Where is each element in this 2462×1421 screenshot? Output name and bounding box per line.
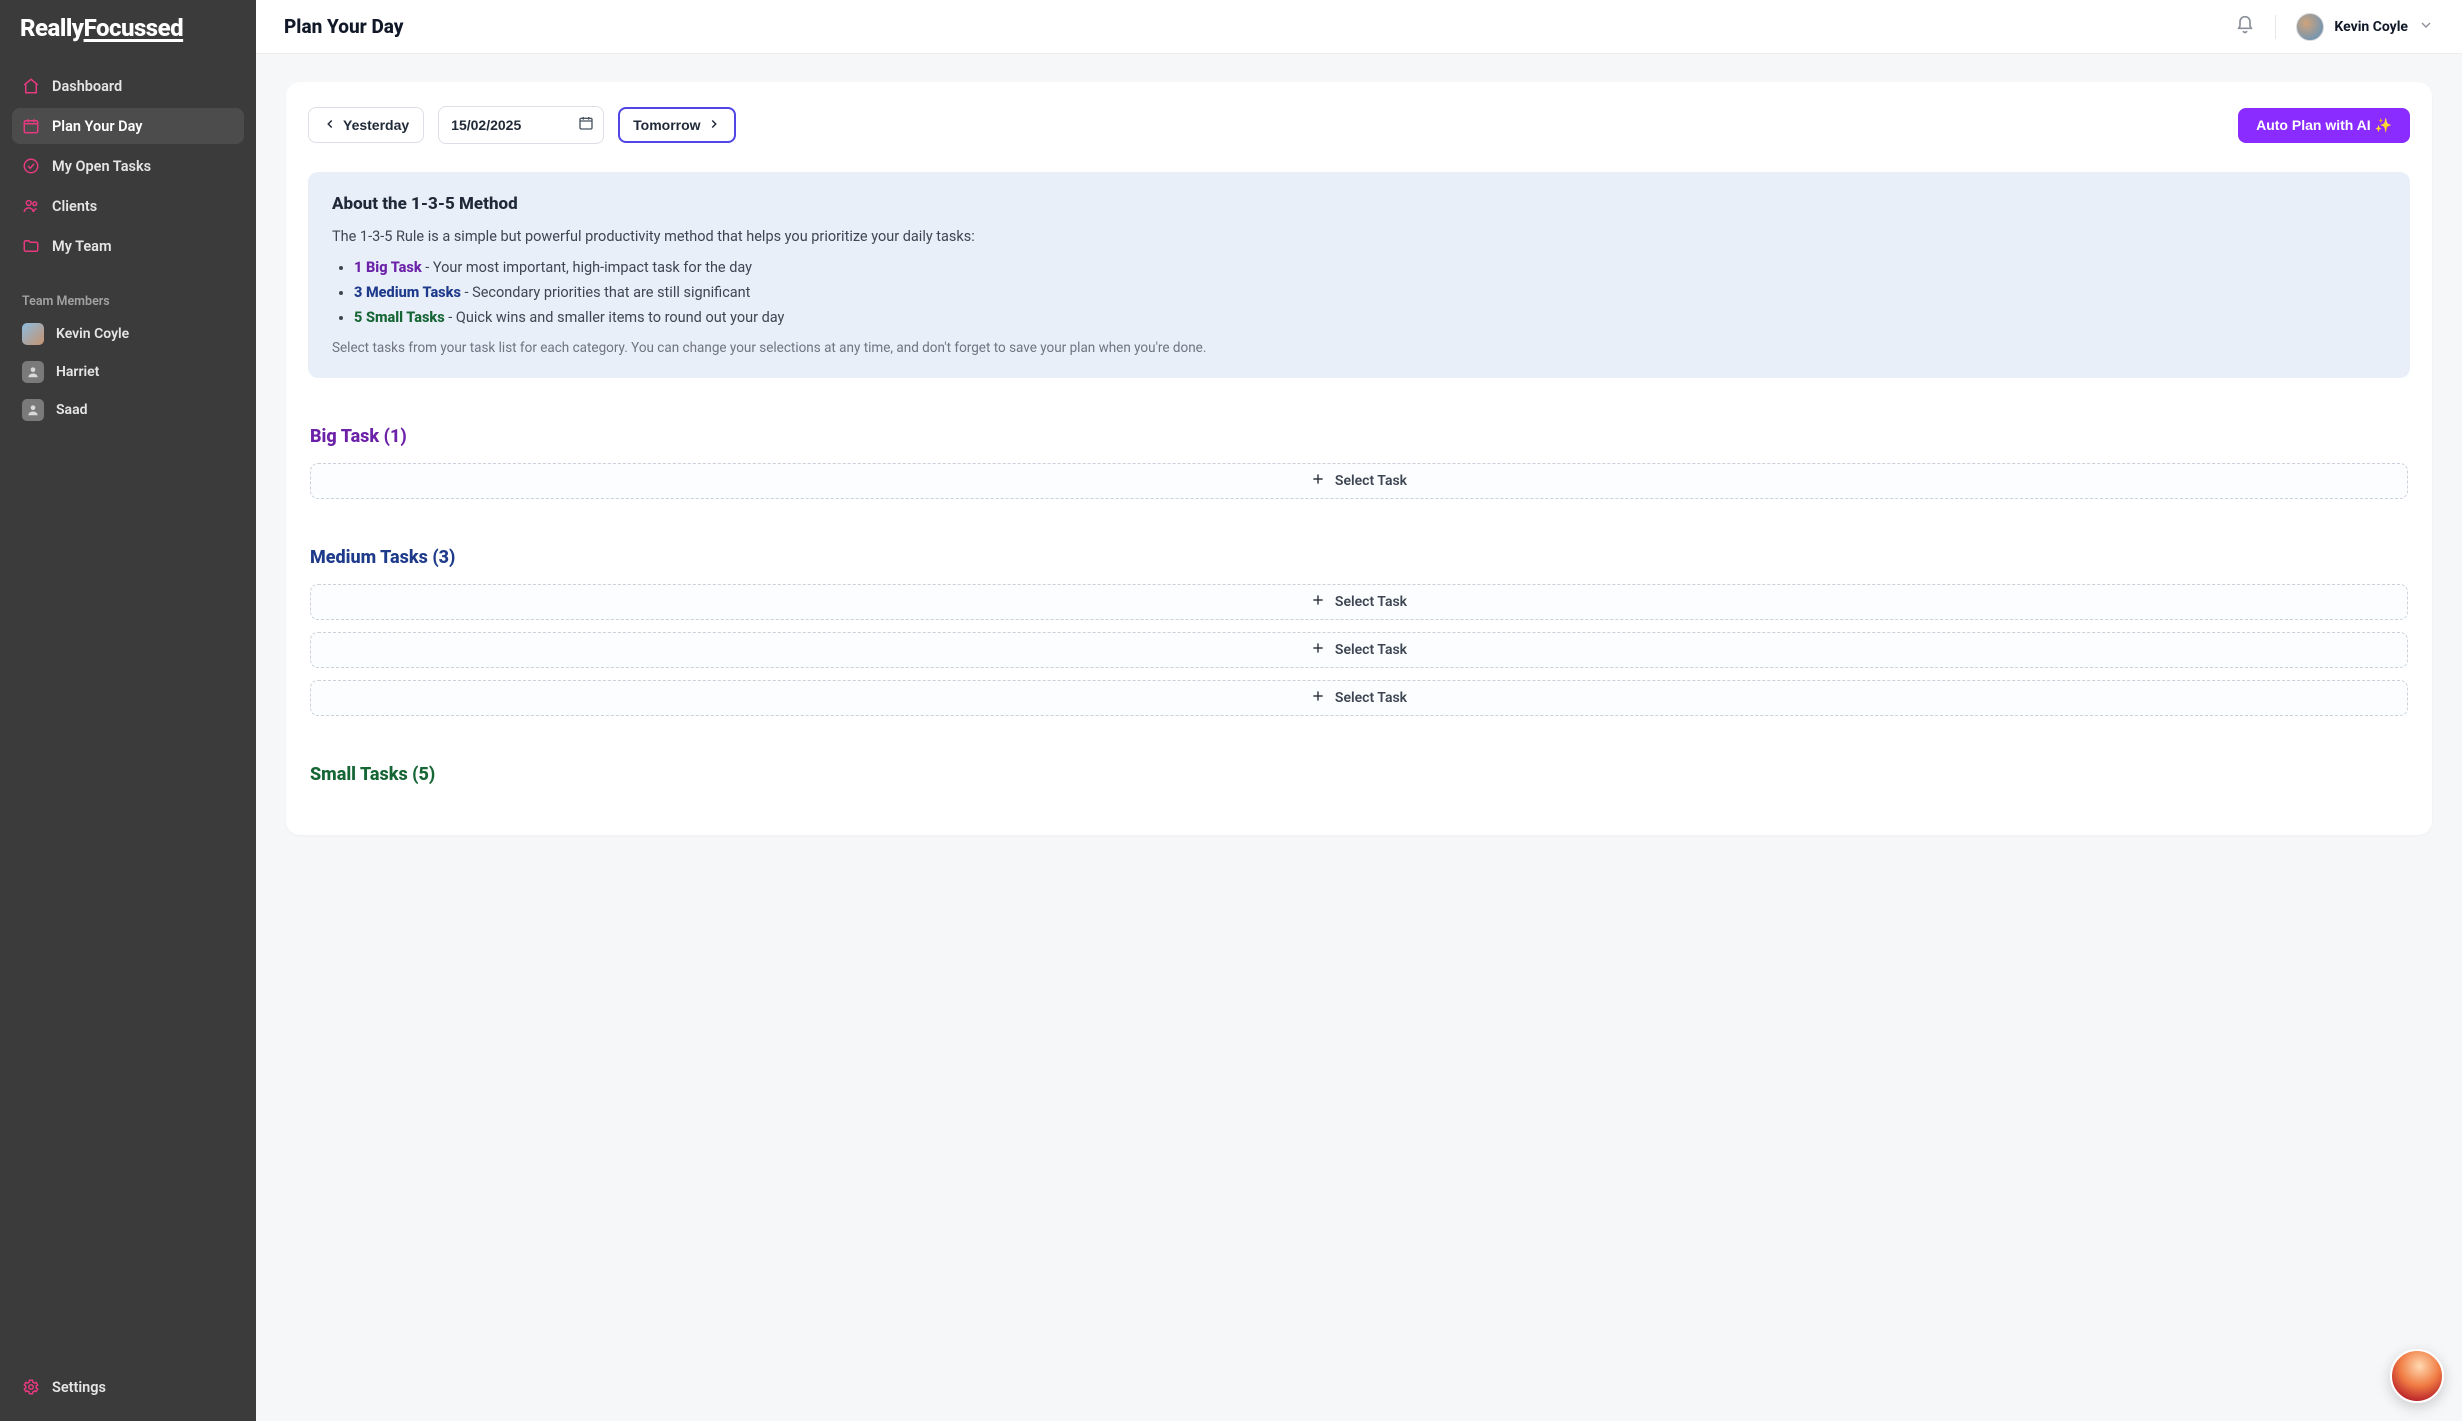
user-name: Kevin Coyle: [2334, 19, 2408, 35]
member-label: Saad: [56, 402, 87, 418]
date-input[interactable]: [438, 106, 604, 144]
section-small: Small Tasks (5): [308, 764, 2410, 785]
button-label: Tomorrow: [633, 117, 700, 133]
bullet-strong: 3 Medium Tasks: [354, 284, 461, 301]
sidebar-item-plan-your-day[interactable]: Plan Your Day: [12, 108, 244, 144]
gear-icon: [22, 1378, 40, 1396]
avatar: [2296, 13, 2324, 41]
section-heading-big: Big Task (1): [310, 426, 2408, 447]
bell-icon: [2235, 15, 2255, 35]
plus-icon: [1311, 689, 1325, 707]
bullet-rest: - Your most important, high-impact task …: [422, 259, 752, 276]
chevron-left-icon: [323, 117, 337, 134]
nav-label: Settings: [52, 1379, 106, 1396]
chevron-down-icon: [2418, 17, 2434, 37]
nav-label: My Team: [52, 238, 112, 255]
team-members-list: Kevin Coyle Harriet Saad: [0, 317, 256, 431]
notifications-button[interactable]: [2235, 15, 2255, 39]
sidebar: ReallyFocussed Dashboard Plan Your Day M…: [0, 0, 256, 1421]
auto-plan-button[interactable]: Auto Plan with AI ✨: [2238, 108, 2410, 143]
slot-label: Select Task: [1335, 594, 1407, 610]
section-heading-medium: Medium Tasks (3): [310, 547, 2408, 568]
topbar: Plan Your Day Kevin Coyle: [256, 0, 2462, 54]
users-icon: [22, 197, 40, 215]
logo-prefix: Really: [20, 14, 84, 42]
section-heading-small: Small Tasks (5): [310, 764, 2408, 785]
divider: [2275, 15, 2276, 39]
slot-label: Select Task: [1335, 642, 1407, 658]
slot-label: Select Task: [1335, 473, 1407, 489]
info-bullet-medium: 3 Medium Tasks - Secondary priorities th…: [354, 284, 2386, 301]
sidebar-item-my-open-tasks[interactable]: My Open Tasks: [12, 148, 244, 184]
info-intro: The 1-3-5 Rule is a simple but powerful …: [332, 228, 2386, 245]
info-outro: Select tasks from your task list for eac…: [332, 340, 2386, 356]
info-bullet-big: 1 Big Task - Your most important, high-i…: [354, 259, 2386, 276]
slot-label: Select Task: [1335, 690, 1407, 706]
bullet-rest: - Quick wins and smaller items to round …: [445, 309, 785, 326]
folder-icon: [22, 237, 40, 255]
chevron-right-icon: [707, 117, 721, 134]
info-box: About the 1-3-5 Method The 1-3-5 Rule is…: [308, 172, 2410, 378]
avatar: [22, 399, 44, 421]
button-label: Yesterday: [343, 117, 409, 133]
avatar: [22, 323, 44, 345]
tomorrow-button[interactable]: Tomorrow: [618, 107, 735, 143]
member-label: Harriet: [56, 364, 99, 380]
member-label: Kevin Coyle: [56, 326, 129, 342]
plus-icon: [1311, 641, 1325, 659]
nav-label: Clients: [52, 198, 97, 215]
team-member-harriet[interactable]: Harriet: [12, 355, 244, 389]
page-title: Plan Your Day: [284, 15, 403, 38]
team-members-label: Team Members: [0, 268, 256, 317]
plan-card: Yesterday Tomorrow: [286, 82, 2432, 835]
select-task-slot[interactable]: Select Task: [310, 680, 2408, 716]
section-big: Big Task (1) Select Task: [308, 426, 2410, 499]
team-member-saad[interactable]: Saad: [12, 393, 244, 427]
sidebar-item-clients[interactable]: Clients: [12, 188, 244, 224]
sidebar-item-dashboard[interactable]: Dashboard: [12, 68, 244, 104]
check-circle-icon: [22, 157, 40, 175]
info-title: About the 1-3-5 Method: [332, 194, 2386, 214]
nav-label: My Open Tasks: [52, 158, 151, 175]
button-label: Auto Plan with AI ✨: [2256, 117, 2392, 134]
select-task-slot[interactable]: Select Task: [310, 632, 2408, 668]
logo-suffix: Focussed: [84, 14, 184, 42]
yesterday-button[interactable]: Yesterday: [308, 107, 424, 143]
home-icon: [22, 77, 40, 95]
plus-icon: [1311, 472, 1325, 490]
user-menu[interactable]: Kevin Coyle: [2296, 13, 2434, 41]
app-logo: ReallyFocussed: [0, 0, 256, 52]
assistant-fab[interactable]: [2390, 1349, 2444, 1403]
sidebar-item-settings[interactable]: Settings: [12, 1369, 244, 1405]
calendar-icon: [22, 117, 40, 135]
section-medium: Medium Tasks (3) Select Task Select Task: [308, 547, 2410, 716]
nav-label: Plan Your Day: [52, 118, 142, 135]
bullet-strong: 1 Big Task: [354, 259, 422, 276]
date-controls: Yesterday Tomorrow: [308, 106, 736, 144]
bullet-rest: - Secondary priorities that are still si…: [461, 284, 751, 301]
team-member-kevin-coyle[interactable]: Kevin Coyle: [12, 317, 244, 351]
primary-nav: Dashboard Plan Your Day My Open Tasks Cl…: [0, 52, 256, 268]
nav-label: Dashboard: [52, 78, 122, 95]
avatar: [22, 361, 44, 383]
sidebar-item-my-team[interactable]: My Team: [12, 228, 244, 264]
select-task-slot[interactable]: Select Task: [310, 463, 2408, 499]
bullet-strong: 5 Small Tasks: [354, 309, 445, 326]
plus-icon: [1311, 593, 1325, 611]
info-bullet-small: 5 Small Tasks - Quick wins and smaller i…: [354, 309, 2386, 326]
info-list: 1 Big Task - Your most important, high-i…: [332, 259, 2386, 326]
select-task-slot[interactable]: Select Task: [310, 584, 2408, 620]
